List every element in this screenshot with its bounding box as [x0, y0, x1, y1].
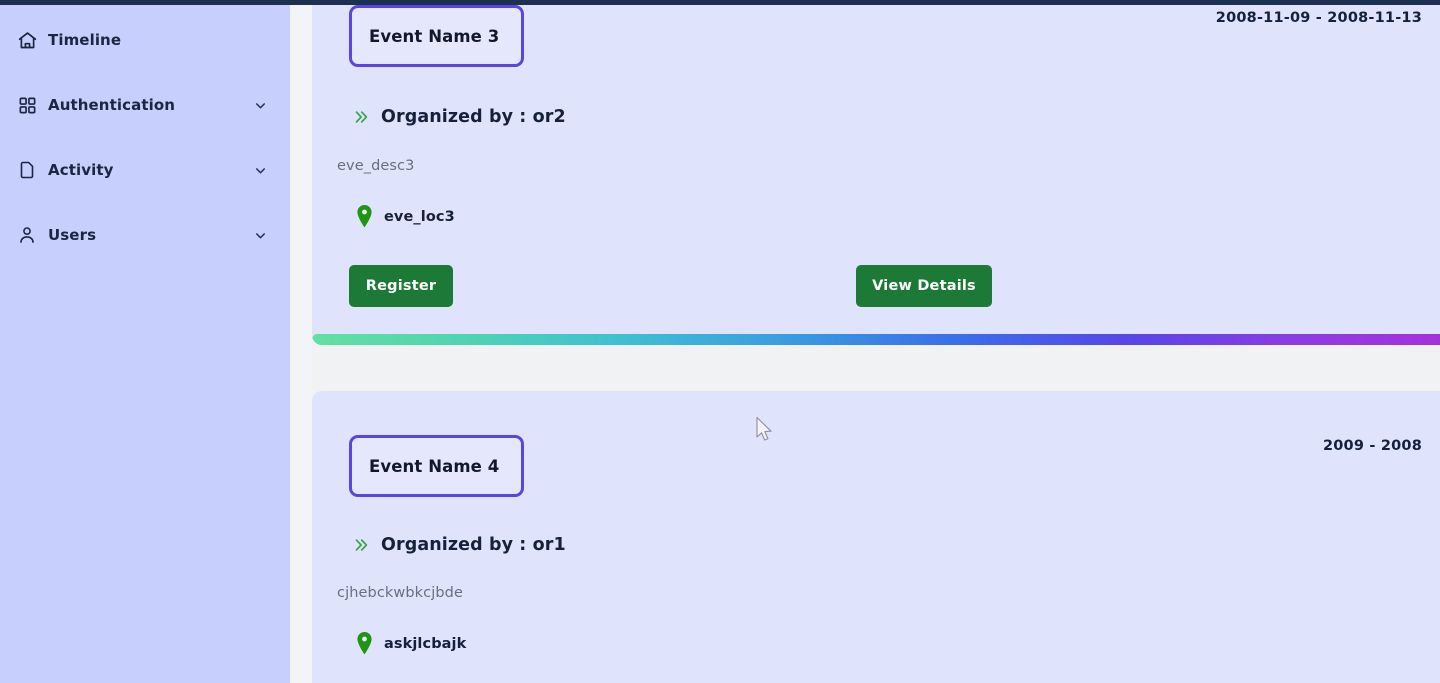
- sidebar: Timeline Authentication Activity Users: [0, 0, 290, 683]
- home-icon: [14, 27, 40, 53]
- location-pin-icon: [354, 631, 375, 656]
- top-accent-bar: [0, 0, 1440, 5]
- event-card[interactable]: Event Name 3 2008-11-09 - 2008-11-13 Org…: [312, 0, 1440, 345]
- event-location: askjlcbajk: [384, 635, 467, 652]
- chevron-down-icon[interactable]: [252, 227, 268, 243]
- file-icon: [14, 157, 40, 183]
- grid-icon: [14, 92, 40, 118]
- user-icon: [14, 222, 40, 248]
- organized-by-row: Organized by : or2: [350, 107, 566, 127]
- register-button[interactable]: Register: [349, 265, 453, 307]
- double-chevron-right-icon: [350, 536, 372, 554]
- sidebar-item-label: Timeline: [48, 31, 122, 49]
- event-date-range: 2008-11-09 - 2008-11-13: [1215, 10, 1422, 26]
- sidebar-item-users[interactable]: Users: [0, 217, 290, 253]
- view-details-button[interactable]: View Details: [856, 265, 992, 307]
- event-date-range: 2009 - 2008: [1322, 438, 1422, 454]
- event-list: Event Name 3 2008-11-09 - 2008-11-13 Org…: [290, 0, 1440, 683]
- event-location: eve_loc3: [384, 208, 455, 225]
- event-location-row: eve_loc3: [354, 204, 455, 229]
- double-chevron-right-icon: [350, 108, 372, 126]
- location-pin-icon: [354, 204, 375, 229]
- organized-by-text: Organized by : or2: [381, 107, 566, 127]
- event-name: Event Name 3: [369, 26, 500, 46]
- event-name-box: Event Name 3: [349, 5, 524, 67]
- sidebar-item-label: Users: [48, 226, 97, 244]
- card-gradient-bar: [312, 334, 1440, 345]
- event-card[interactable]: Event Name 4 2009 - 2008 Organized by : …: [312, 391, 1440, 683]
- event-name-box: Event Name 4: [349, 435, 524, 497]
- chevron-down-icon[interactable]: [252, 162, 268, 178]
- event-description: cjhebckwbkcjbde: [337, 585, 463, 601]
- sidebar-item-timeline[interactable]: Timeline: [0, 22, 290, 58]
- sidebar-item-authentication[interactable]: Authentication: [0, 87, 290, 123]
- event-location-row: askjlcbajk: [354, 631, 466, 656]
- content-gutter: [290, 0, 312, 683]
- event-description: eve_desc3: [337, 158, 415, 174]
- event-name: Event Name 4: [369, 456, 500, 476]
- chevron-down-icon[interactable]: [252, 97, 268, 113]
- sidebar-item-activity[interactable]: Activity: [0, 152, 290, 188]
- sidebar-item-label: Activity: [48, 161, 114, 179]
- organized-by-row: Organized by : or1: [350, 535, 566, 555]
- sidebar-item-label: Authentication: [48, 96, 176, 114]
- organized-by-text: Organized by : or1: [381, 535, 566, 555]
